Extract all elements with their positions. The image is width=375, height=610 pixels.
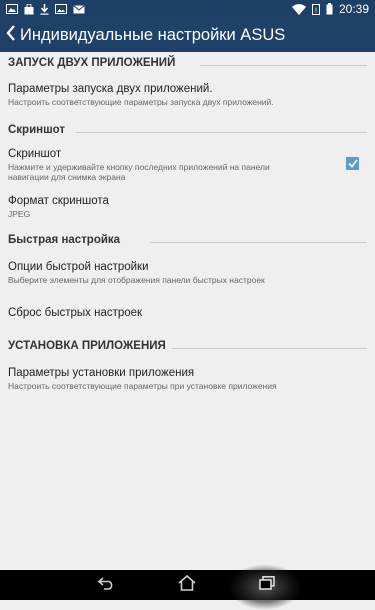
section-header-app-install: УСТАНОВКА ПРИЛОЖЕНИЯ [8,340,367,352]
quick-settings-reset-item[interactable]: Сброс быстрых настроек [8,307,367,319]
section-header-quick-settings: Быстрая настройка [8,234,367,246]
home-icon [178,574,196,596]
navigation-bar [0,564,375,610]
section-header-dual-apps: ЗАПУСК ДВУХ ПРИЛОЖЕНИЙ [8,57,367,69]
download-icon [40,3,49,15]
page-title: Индивидуальные настройки ASUS [20,25,286,44]
status-right-icons: ! 20:39 [291,2,369,16]
section-divider [150,242,367,243]
item-subtitle: Настроить соответствующие параметры запу… [8,97,274,107]
status-bar: ! 20:39 [0,0,375,18]
back-button[interactable]: Индивидуальные настройки ASUS [6,24,286,46]
recent-apps-icon [259,575,275,595]
section-title-app-install: УСТАНОВКА ПРИЛОЖЕНИЯ [8,340,172,352]
item-subtitle: Нажмите и удерживайте кнопку последних п… [8,162,270,172]
photo-icon [6,4,18,14]
nav-back-button[interactable] [96,575,118,595]
item-title: Параметры установки приложения [8,367,195,379]
wifi-icon [291,3,306,15]
item-title: Формат скриншота [8,195,109,207]
dual-apps-settings-item[interactable]: Параметры запуска двух приложений. Настр… [8,83,367,107]
nav-home-button[interactable] [176,574,198,596]
image-icon [55,4,67,14]
section-divider [165,348,367,349]
item-title: Сброс быстрых настроек [8,307,143,319]
app-bar: Индивидуальные настройки ASUS [0,18,375,52]
app-install-settings-item[interactable]: Параметры установки приложения Настроить… [8,367,367,391]
status-left-icons [6,3,85,15]
section-divider [200,65,367,66]
section-title-dual-apps: ЗАПУСК ДВУХ ПРИЛОЖЕНИЙ [8,57,182,69]
section-title-quick-settings: Быстрая настройка [8,234,127,246]
quick-settings-options-item[interactable]: Опции быстрой настройки Выберите элемент… [8,261,367,285]
nav-recent-apps-button[interactable] [256,575,278,595]
section-header-screenshot: Скриншот [8,124,367,136]
item-subtitle: Выберите элементы для отображения панели… [8,275,265,285]
svg-text:!: ! [315,6,318,14]
screenshot-format-item[interactable]: Формат скриншота JPEG [8,195,367,219]
chevron-left-icon [6,24,16,46]
email-icon [73,4,85,14]
status-time: 20:39 [338,2,369,16]
checkmark-icon [347,155,358,173]
bag-icon [24,3,34,15]
screenshot-toggle-item[interactable]: Скриншот Нажмите и удерживайте кнопку по… [8,148,367,182]
item-subtitle-line-2: навигации для снимка экрана [8,172,126,182]
item-title: Скриншот [8,148,62,160]
section-title-screenshot: Скриншот [8,124,72,136]
settings-list: ЗАПУСК ДВУХ ПРИЛОЖЕНИЙ Параметры запуска… [0,52,375,570]
screenshot-checkbox[interactable] [346,157,359,170]
back-icon [97,576,116,595]
item-value: JPEG [8,209,31,219]
item-title: Опции быстрой настройки [8,261,149,273]
battery-icon [326,3,333,15]
notification-icon: ! [311,3,320,15]
section-divider [76,132,367,133]
item-subtitle: Настроить соответствующие параметры при … [8,381,277,391]
item-title: Параметры запуска двух приложений. [8,83,213,95]
